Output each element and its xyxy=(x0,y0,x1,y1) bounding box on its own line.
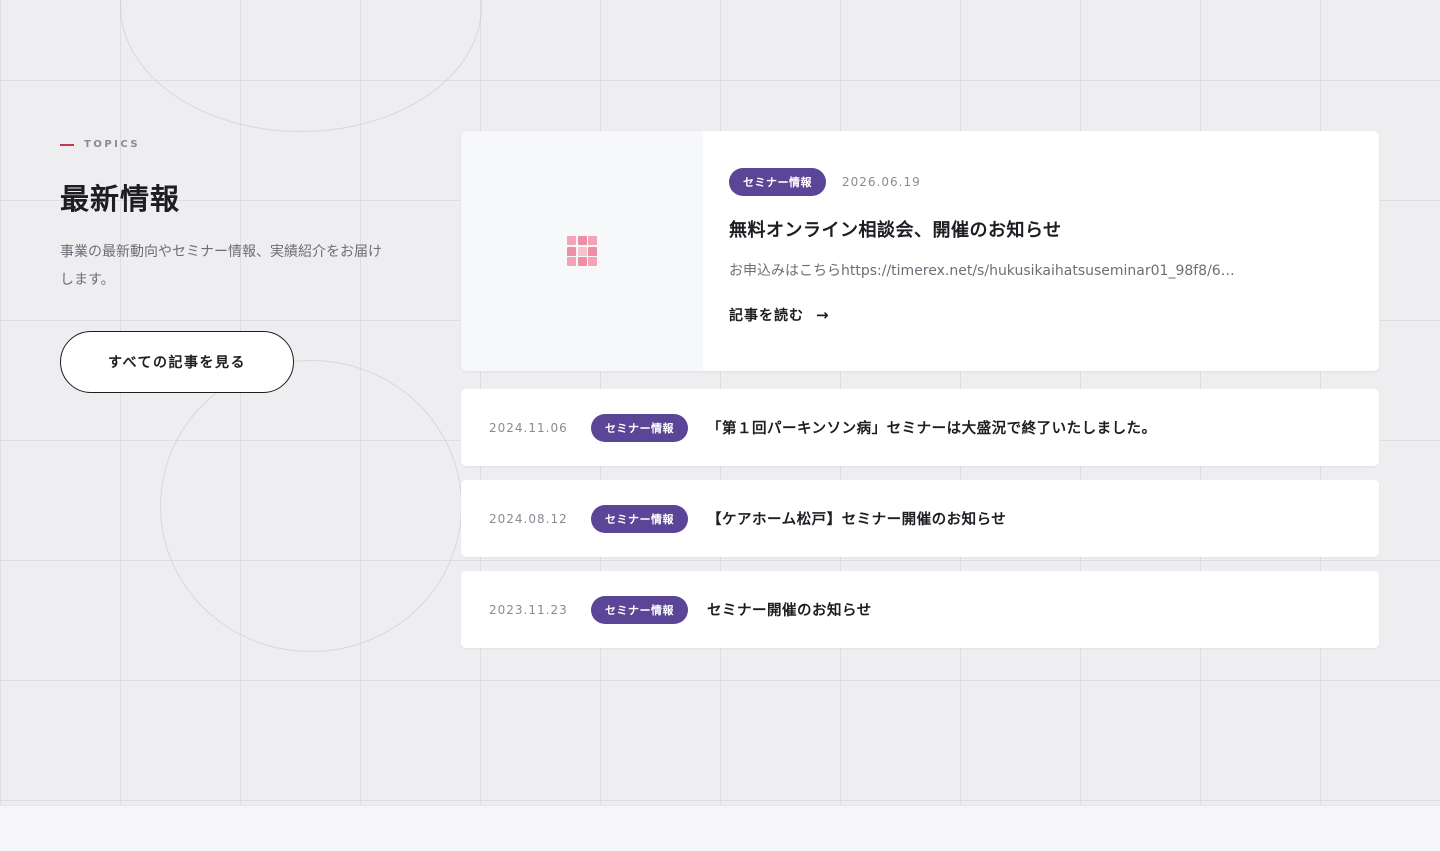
featured-article-excerpt: お申込みはこちらhttps://timerex.net/s/hukusikaih… xyxy=(729,263,1235,279)
section-eyebrow: TOPICS xyxy=(60,139,140,150)
read-more-label: 記事を読む xyxy=(729,308,804,324)
eyebrow-label: TOPICS xyxy=(84,139,141,150)
featured-article-body: セミナー情報 2026.06.19 無料オンライン相談会、開催のお知らせ お申込… xyxy=(703,131,1379,371)
arrow-right-icon: → xyxy=(816,305,830,324)
article-title[interactable]: 【ケアホーム松戸】セミナー開催のお知らせ xyxy=(707,508,1006,529)
category-badge[interactable]: セミナー情報 xyxy=(591,595,688,624)
category-badge[interactable]: セミナー情報 xyxy=(591,504,688,533)
eyebrow-accent-line xyxy=(60,143,74,146)
decorative-circle xyxy=(120,0,482,132)
featured-article-card[interactable]: セミナー情報 2026.06.19 無料オンライン相談会、開催のお知らせ お申込… xyxy=(461,131,1379,371)
article-date: 2023.11.23 xyxy=(489,602,568,617)
featured-article-meta: セミナー情報 2026.06.19 xyxy=(729,168,1379,196)
category-badge[interactable]: セミナー情報 xyxy=(591,413,688,442)
section-description: 事業の最新動向やセミナー情報、実績紹介をお届けします。 xyxy=(60,244,382,288)
article-row[interactable]: 2024.11.06 セミナー情報 「第１回パーキンソン病」セミナーは大盛況で終… xyxy=(461,389,1379,466)
decorative-circle xyxy=(160,360,462,652)
view-all-articles-button[interactable]: すべての記事を見る xyxy=(60,331,294,393)
article-title[interactable]: 「第１回パーキンソン病」セミナーは大盛況で終了いたしました。 xyxy=(707,417,1157,438)
article-date: 2024.11.06 xyxy=(489,420,568,435)
article-row[interactable]: 2024.08.12 セミナー情報 【ケアホーム松戸】セミナー開催のお知らせ xyxy=(461,480,1379,557)
next-section-band xyxy=(0,805,1440,851)
featured-article-title[interactable]: 無料オンライン相談会、開催のお知らせ xyxy=(729,216,1379,242)
article-row[interactable]: 2023.11.23 セミナー情報 セミナー開催のお知らせ xyxy=(461,571,1379,648)
article-date: 2024.08.12 xyxy=(489,511,568,526)
featured-thumbnail xyxy=(461,131,703,371)
read-more-link[interactable]: 記事を読む → xyxy=(729,305,830,325)
image-placeholder-icon xyxy=(567,236,597,266)
category-badge[interactable]: セミナー情報 xyxy=(729,168,826,196)
article-date: 2026.06.19 xyxy=(842,175,921,189)
article-title[interactable]: セミナー開催のお知らせ xyxy=(707,599,872,620)
section-title: 最新情報 xyxy=(60,182,181,216)
